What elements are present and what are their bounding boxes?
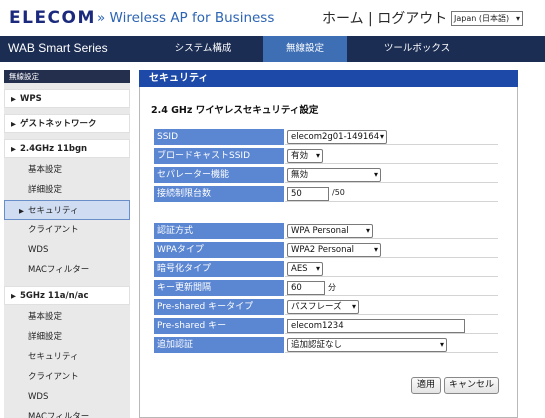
sidebar-item-client-5[interactable]: クライアント — [4, 367, 130, 387]
separator-value: 無効 — [291, 170, 309, 180]
wpa-type-select[interactable]: WPA2 Personal ▾ — [287, 243, 381, 257]
sidebar-item-advanced-24[interactable]: 詳細設定 — [4, 180, 130, 200]
broadcast-ssid-select[interactable]: 有効 ▾ — [287, 149, 323, 163]
sidebar-item-client-24[interactable]: クライアント — [4, 220, 130, 240]
chevron-down-icon: ▾ — [515, 14, 520, 23]
psk-type-label: Pre-shared キータイプ — [154, 299, 284, 315]
form-row-separator: セパレーター機能 無効 ▾ — [154, 167, 498, 183]
psk-label: Pre-shared キー — [154, 318, 284, 334]
chevron-down-icon: ▾ — [373, 245, 378, 254]
home-link[interactable]: ホーム — [322, 11, 364, 27]
chevron-down-icon: ▾ — [379, 132, 384, 141]
triangle-right-icon: ▶ — [11, 95, 16, 103]
ssid-label: SSID — [154, 129, 284, 145]
broadcast-ssid-label: ブロードキャストSSID — [154, 148, 284, 164]
top-header: ELECOM » Wireless AP for Business ホーム | … — [0, 0, 545, 36]
tab-system-config[interactable]: システム構成 — [158, 36, 248, 62]
wpa-type-value: WPA2 Personal — [291, 245, 355, 255]
connection-limit-max: /50 — [332, 188, 345, 197]
sidebar-section-wps[interactable]: ▶ WPS — [4, 89, 130, 108]
form-row-ssid: SSID elecom2g01-149164 ▾ — [154, 129, 498, 145]
encryption-type-value: AES — [291, 264, 308, 274]
separator-select[interactable]: 無効 ▾ — [287, 168, 381, 182]
broadcast-ssid-value: 有効 — [291, 151, 309, 161]
sidebar-section-label: WPS — [20, 94, 42, 104]
security-panel: セキュリティ 2.4 GHz ワイヤレスセキュリティ設定 SSID elecom… — [139, 70, 518, 418]
form-row-connection-limit: 接続制限台数 50 /50 — [154, 186, 498, 202]
triangle-right-icon: ▶ — [19, 207, 24, 215]
product-name: » Wireless AP for Business — [97, 10, 275, 26]
sidebar-section-label: 2.4GHz 11bgn — [20, 144, 88, 154]
additional-auth-label: 追加認証 — [154, 337, 284, 353]
link-separator: | — [368, 11, 373, 27]
sidebar-section-label: ゲストネットワーク — [20, 119, 97, 129]
form-row-additional-auth: 追加認証 追加認証なし ▾ — [154, 337, 498, 353]
language-select[interactable]: Japan (日本語) ▾ — [451, 11, 523, 26]
connection-limit-input[interactable]: 50 — [287, 187, 329, 201]
main-nav: WAB Smart Series システム構成 無線設定 ツールボックス — [0, 36, 545, 62]
ssid-value: elecom2g01-149164 — [291, 132, 380, 142]
psk-type-value: パスフレーズ — [291, 302, 342, 312]
tab-toolbox[interactable]: ツールボックス — [362, 36, 472, 62]
additional-auth-select[interactable]: 追加認証なし ▾ — [287, 338, 447, 352]
logout-link[interactable]: ログアウト — [377, 11, 447, 27]
form-row-auth-method: 認証方式 WPA Personal ▾ — [154, 223, 498, 239]
chevron-down-icon: ▾ — [315, 264, 320, 273]
sidebar-section-guest[interactable]: ▶ ゲストネットワーク — [4, 114, 130, 133]
sidebar-item-security-24[interactable]: ▶ セキュリティ — [4, 200, 130, 220]
chevron-down-icon: ▾ — [365, 226, 370, 235]
language-value: Japan (日本語) — [454, 14, 510, 23]
sidebar-item-security-5[interactable]: セキュリティ — [4, 347, 130, 367]
sidebar-section-label: 5GHz 11a/n/ac — [20, 291, 89, 301]
sidebar-section-5ghz[interactable]: ▶ 5GHz 11a/n/ac — [4, 286, 130, 305]
chevron-down-icon: ▾ — [351, 302, 356, 311]
key-renewal-label: キー更新間隔 — [154, 280, 284, 296]
separator-label: セパレーター機能 — [154, 167, 284, 183]
triangle-right-icon: ▶ — [11, 145, 16, 153]
form-row-encryption-type: 暗号化タイプ AES ▾ — [154, 261, 498, 277]
psk-type-select[interactable]: パスフレーズ ▾ — [287, 300, 359, 314]
sidebar-item-wds-24[interactable]: WDS — [4, 240, 130, 260]
form-row-psk-type: Pre-shared キータイプ パスフレーズ ▾ — [154, 299, 498, 315]
series-name: WAB Smart Series — [8, 41, 108, 55]
sidebar-item-wds-5[interactable]: WDS — [4, 387, 130, 407]
key-renewal-input[interactable]: 60 — [287, 281, 325, 295]
key-renewal-unit: 分 — [328, 283, 336, 292]
auth-method-label: 認証方式 — [154, 223, 284, 239]
chevron-down-icon: ▾ — [439, 340, 444, 349]
additional-auth-value: 追加認証なし — [291, 340, 343, 350]
sidebar-item-mac-filter-24[interactable]: MACフィルター — [4, 260, 130, 280]
section-title: 2.4 GHz ワイヤレスセキュリティ設定 — [151, 105, 319, 116]
psk-input[interactable]: elecom1234 — [287, 319, 465, 333]
triangle-right-icon: ▶ — [11, 292, 16, 300]
sidebar-item-basic-24[interactable]: 基本設定 — [4, 160, 130, 180]
sidebar-item-basic-5[interactable]: 基本設定 — [4, 307, 130, 327]
auth-method-select[interactable]: WPA Personal ▾ — [287, 224, 373, 238]
ssid-select[interactable]: elecom2g01-149164 ▾ — [287, 130, 387, 144]
sidebar-item-mac-filter-5[interactable]: MACフィルター — [4, 407, 130, 418]
form-row-broadcast-ssid: ブロードキャストSSID 有効 ▾ — [154, 148, 498, 164]
elecom-logo: ELECOM — [9, 8, 96, 28]
top-links: ホーム | ログアウト — [322, 8, 447, 28]
sidebar: 無線設定 ▶ WPS ▶ ゲストネットワーク ▶ 2.4GHz 11bgn 基本設定 … — [4, 70, 130, 418]
encryption-type-select[interactable]: AES ▾ — [287, 262, 323, 276]
auth-method-value: WPA Personal — [291, 226, 349, 236]
form-row-key-renewal: キー更新間隔 60 分 — [154, 280, 498, 296]
triangle-right-icon: ▶ — [11, 120, 16, 128]
tab-wireless-settings[interactable]: 無線設定 — [263, 36, 347, 62]
form-row-psk: Pre-shared キー elecom1234 — [154, 318, 498, 334]
wpa-type-label: WPAタイプ — [154, 242, 284, 258]
sidebar-item-label: セキュリティ — [28, 206, 79, 216]
sidebar-item-advanced-5[interactable]: 詳細設定 — [4, 327, 130, 347]
cancel-button[interactable]: キャンセル — [444, 377, 499, 394]
sidebar-title: 無線設定 — [4, 70, 130, 83]
apply-button[interactable]: 適用 — [411, 377, 441, 394]
chevron-down-icon: ▾ — [373, 170, 378, 179]
encryption-type-label: 暗号化タイプ — [154, 261, 284, 277]
sidebar-section-24ghz[interactable]: ▶ 2.4GHz 11bgn — [4, 139, 130, 158]
connection-limit-label: 接続制限台数 — [154, 186, 284, 202]
form-row-wpa-type: WPAタイプ WPA2 Personal ▾ — [154, 242, 498, 258]
chevron-down-icon: ▾ — [315, 151, 320, 160]
panel-header: セキュリティ — [139, 70, 518, 87]
